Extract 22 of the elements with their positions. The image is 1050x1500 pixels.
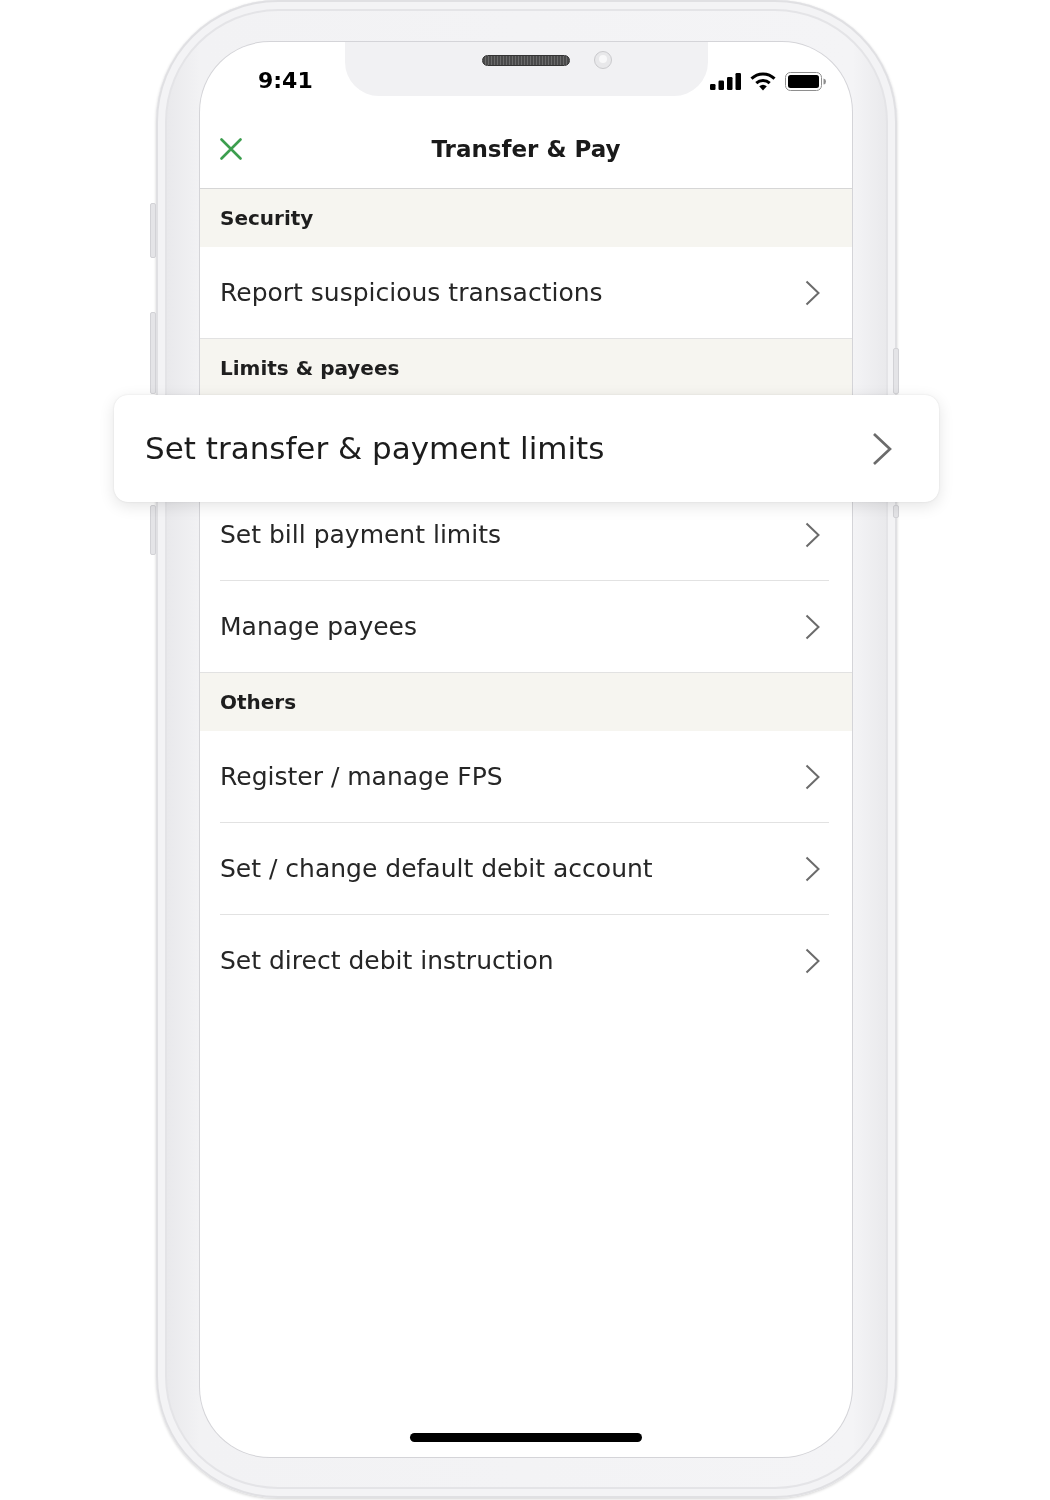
chevron-right-icon: [805, 613, 820, 640]
chevron-right-icon: [805, 521, 820, 548]
speaker-grille-icon: [482, 55, 570, 66]
section-header: Others: [200, 672, 852, 731]
status-time: 9:41: [258, 67, 313, 95]
battery-icon: [785, 72, 826, 91]
camera-icon: [594, 51, 612, 69]
chevron-right-icon: [805, 855, 820, 882]
close-icon[interactable]: [220, 138, 242, 160]
chevron-right-icon: [805, 763, 820, 790]
page-title: Transfer & Pay: [431, 134, 621, 164]
phone-side-key: [150, 505, 156, 555]
chevron-right-icon: [805, 947, 820, 974]
phone-side-key: [150, 203, 156, 258]
section-header: Security: [200, 189, 852, 247]
wifi-icon: [750, 72, 776, 91]
chevron-right-icon: [872, 431, 892, 466]
menu-item-card[interactable]: Set transfer & payment limits: [114, 395, 939, 502]
section-header: Limits & payees: [200, 338, 852, 397]
phone-side-key: [893, 348, 899, 394]
chevron-right-icon: [805, 279, 820, 306]
signal-icon: [710, 73, 741, 90]
